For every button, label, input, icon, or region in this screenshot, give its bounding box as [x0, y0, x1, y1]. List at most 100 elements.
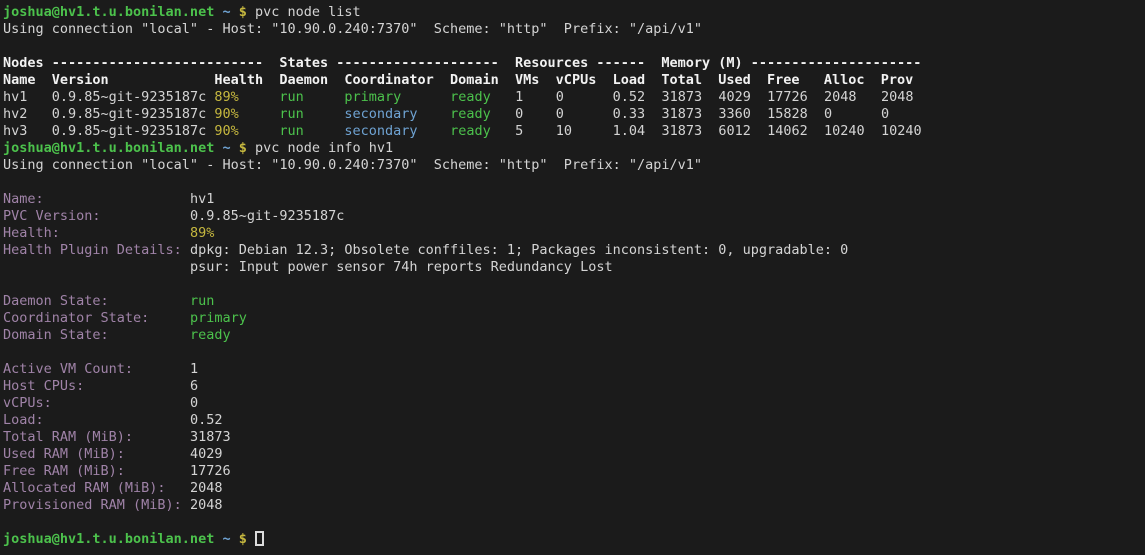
prompt-symbol: $ [239, 531, 255, 547]
blank-line [3, 344, 1145, 361]
prompt-symbol: $ [239, 4, 255, 20]
prompt-line-1: joshua@hv1.t.u.bonilan.net ~ $ pvc node … [3, 4, 1145, 21]
info-label-provisioned-ram: Provisioned RAM (MiB): [3, 497, 190, 513]
info-label-health: Health: [3, 225, 190, 241]
node-mem-total: 31873 [661, 89, 718, 105]
info-value-load: 0.52 [190, 412, 223, 428]
prompt-symbol: $ [239, 140, 255, 156]
info-label-used-ram: Used RAM (MiB): [3, 446, 190, 462]
info-value-allocated-ram: 2048 [190, 480, 223, 496]
node-load: 0.52 [613, 89, 662, 105]
info-value-daemon-state: run [190, 293, 214, 309]
info-value-pvc-version: 0.9.85~git-9235187c [190, 208, 344, 224]
prompt-cwd: ~ [214, 531, 238, 547]
connection-info: Using connection "local" - Host: "10.90.… [3, 157, 702, 173]
node-mem-free: 17726 [767, 89, 824, 105]
info-value-total-ram: 31873 [190, 429, 231, 445]
connection-info-line: Using connection "local" - Host: "10.90.… [3, 157, 1145, 174]
info-value-free-ram: 17726 [190, 463, 231, 479]
info-row-allocated-ram: Allocated RAM (MiB): 2048 [3, 480, 1145, 497]
node-vcpus: 0 [556, 89, 613, 105]
node-mem-prov: 2048 [881, 89, 914, 105]
node-load: 1.04 [613, 123, 662, 139]
node-health: 89% [214, 89, 279, 105]
info-value-name: hv1 [190, 191, 214, 207]
info-value-health-plugin-dpkg: dpkg: Debian 12.3; Obsolete conffiles: 1… [190, 242, 848, 258]
info-row-health-plugin-details: Health Plugin Details: dpkg: Debian 12.3… [3, 242, 1145, 259]
info-label-pvc-version: PVC Version: [3, 208, 190, 224]
node-version: 0.9.85~git-9235187c [52, 123, 215, 139]
node-mem-total: 31873 [661, 123, 718, 139]
info-row-health-plugin-psur: psur: Input power sensor 74h reports Red… [3, 259, 1145, 276]
node-name: hv1 [3, 89, 52, 105]
info-row-domain-state: Domain State: ready [3, 327, 1145, 344]
info-row-free-ram: Free RAM (MiB): 17726 [3, 463, 1145, 480]
info-label-domain-state: Domain State: [3, 327, 190, 343]
node-mem-free: 15828 [767, 106, 824, 122]
node-mem-total: 31873 [661, 106, 718, 122]
node-mem-free: 14062 [767, 123, 824, 139]
table-group-headers: Nodes -------------------------- States … [3, 55, 921, 71]
node-row-hv2: hv2 0.9.85~git-9235187c 90% run secondar… [3, 106, 1145, 123]
info-value-vcpus: 0 [190, 395, 198, 411]
info-indent [3, 259, 190, 275]
info-label-total-ram: Total RAM (MiB): [3, 429, 190, 445]
node-domain-state: ready [450, 89, 515, 105]
node-coordinator-state: secondary [344, 106, 450, 122]
info-label-host-cpus: Host CPUs: [3, 378, 190, 394]
info-row-active-vm-count: Active VM Count: 1 [3, 361, 1145, 378]
prompt-cwd: ~ [214, 4, 238, 20]
node-mem-prov: 0 [881, 106, 889, 122]
prompt-line-3: joshua@hv1.t.u.bonilan.net ~ $ [3, 531, 1145, 548]
info-value-health-plugin-psur: psur: Input power sensor 74h reports Red… [190, 259, 613, 275]
blank-line [3, 38, 1145, 55]
node-vms: 1 [515, 89, 556, 105]
node-mem-alloc: 0 [824, 106, 881, 122]
node-load: 0.33 [613, 106, 662, 122]
info-label-vcpus: vCPUs: [3, 395, 190, 411]
info-value-host-cpus: 6 [190, 378, 198, 394]
prompt-user-host: joshua@hv1.t.u.bonilan.net [3, 140, 214, 156]
node-name: hv2 [3, 106, 52, 122]
info-label-allocated-ram: Allocated RAM (MiB): [3, 480, 190, 496]
table-group-header-line: Nodes -------------------------- States … [3, 55, 1145, 72]
info-row-health: Health: 89% [3, 225, 1145, 242]
node-health: 90% [214, 123, 279, 139]
node-mem-used: 6012 [718, 123, 767, 139]
node-health: 90% [214, 106, 279, 122]
info-label-load: Load: [3, 412, 190, 428]
info-row-vcpus: vCPUs: 0 [3, 395, 1145, 412]
command-pvc-node-list: pvc node list [255, 4, 361, 20]
node-name: hv3 [3, 123, 52, 139]
info-row-load: Load: 0.52 [3, 412, 1145, 429]
table-column-header-line: Name Version Health Daemon Coordinator D… [3, 72, 1145, 89]
info-value-health: 89% [190, 225, 214, 241]
node-coordinator-state: secondary [344, 123, 450, 139]
node-domain-state: ready [450, 123, 515, 139]
prompt-cwd: ~ [214, 140, 238, 156]
info-row-coordinator-state: Coordinator State: primary [3, 310, 1145, 327]
table-column-headers: Name Version Health Daemon Coordinator D… [3, 72, 913, 88]
node-row-hv1: hv1 0.9.85~git-9235187c 89% run primary … [3, 89, 1145, 106]
info-label-daemon-state: Daemon State: [3, 293, 190, 309]
info-value-used-ram: 4029 [190, 446, 223, 462]
info-row-provisioned-ram: Provisioned RAM (MiB): 2048 [3, 497, 1145, 514]
blank-line [3, 514, 1145, 531]
node-vms: 0 [515, 106, 556, 122]
node-row-hv3: hv3 0.9.85~git-9235187c 90% run secondar… [3, 123, 1145, 140]
info-value-provisioned-ram: 2048 [190, 497, 223, 513]
info-row-pvc-version: PVC Version: 0.9.85~git-9235187c [3, 208, 1145, 225]
terminal-cursor [255, 531, 264, 546]
connection-info-line: Using connection "local" - Host: "10.90.… [3, 21, 1145, 38]
info-value-coordinator-state: primary [190, 310, 247, 326]
info-label-coordinator-state: Coordinator State: [3, 310, 190, 326]
node-version: 0.9.85~git-9235187c [52, 89, 215, 105]
blank-line [3, 174, 1145, 191]
node-domain-state: ready [450, 106, 515, 122]
info-row-used-ram: Used RAM (MiB): 4029 [3, 446, 1145, 463]
terminal-screen[interactable]: joshua@hv1.t.u.bonilan.net ~ $ pvc node … [0, 0, 1145, 548]
prompt-line-2: joshua@hv1.t.u.bonilan.net ~ $ pvc node … [3, 140, 1145, 157]
prompt-user-host: joshua@hv1.t.u.bonilan.net [3, 4, 214, 20]
node-coordinator-state: primary [344, 89, 450, 105]
connection-info: Using connection "local" - Host: "10.90.… [3, 21, 702, 37]
